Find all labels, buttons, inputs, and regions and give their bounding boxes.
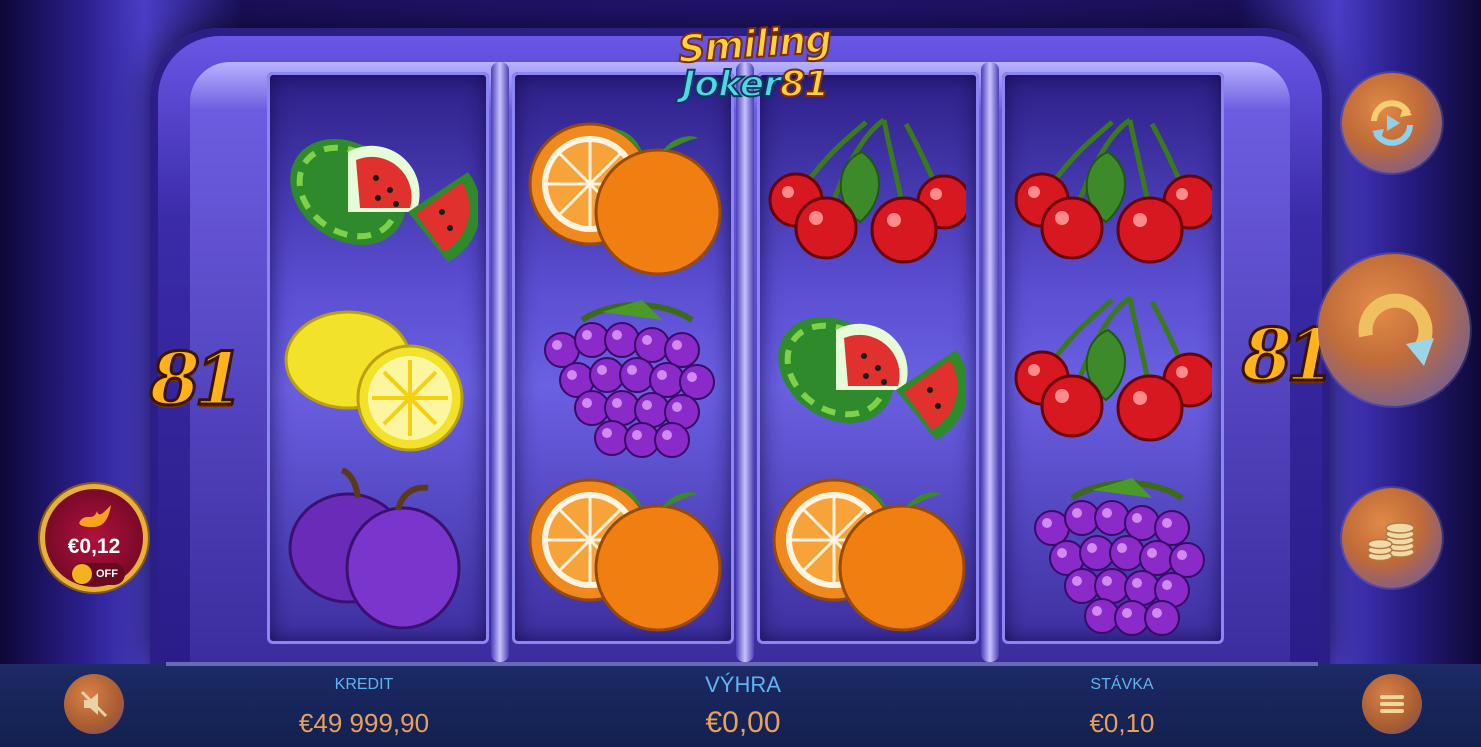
toggle-label: OFF — [96, 568, 118, 580]
win-value: €0,00 — [705, 706, 781, 739]
symbol-grapes — [522, 290, 722, 460]
game-logo: Smiling Joker81 — [668, 16, 834, 110]
menu-icon — [1380, 695, 1404, 713]
grapes-icon — [544, 300, 715, 458]
watermelon-icon — [290, 138, 481, 262]
symbol-watermelon — [278, 112, 481, 282]
autoplay-icon — [1371, 100, 1413, 146]
symbol-lemon — [278, 290, 478, 460]
orange-icon — [528, 478, 722, 632]
bet-coins-button[interactable] — [1342, 488, 1442, 588]
watermelon-icon — [778, 316, 969, 440]
bet-label: STÁVKA — [1090, 676, 1154, 693]
mute-icon — [80, 690, 108, 718]
symbol-orange — [522, 468, 722, 638]
cherries-icon — [1014, 117, 1218, 264]
credit-label: KREDIT — [334, 676, 394, 693]
grapes-icon — [1034, 478, 1205, 636]
win-label: VÝHRA — [705, 672, 781, 697]
toggle-knob — [72, 564, 92, 584]
menu-button[interactable] — [1362, 674, 1422, 734]
bonus-bet-button[interactable]: €0,12 OFF — [40, 484, 148, 592]
lines-badge-left: 81 — [148, 335, 245, 423]
cherries-icon — [768, 117, 972, 264]
spin-icon — [1358, 293, 1434, 366]
lines-badge-right: 81 — [1240, 311, 1337, 399]
lemon-icon — [284, 310, 464, 452]
logo-word-joker: Joker81 — [681, 63, 830, 106]
symbol-orange — [766, 468, 966, 638]
orange-icon — [772, 478, 966, 632]
bonus-toggle[interactable]: OFF — [71, 563, 125, 585]
bonus-bet-value: €0,12 — [67, 535, 121, 558]
symbol-plum — [278, 467, 478, 638]
spin-button[interactable] — [1318, 254, 1470, 406]
logo-joker-text: Joker — [681, 63, 782, 106]
coins-icon — [1367, 522, 1415, 562]
mute-button[interactable] — [64, 674, 124, 734]
autoplay-button[interactable] — [1342, 73, 1442, 173]
reel-separator — [736, 62, 754, 662]
symbol-orange — [522, 112, 722, 282]
symbol-watermelon — [766, 290, 969, 460]
flame-icon — [79, 505, 111, 527]
cherries-icon — [1014, 295, 1218, 442]
bar-divider — [166, 662, 1318, 666]
credit-value: €49 999,90 — [298, 708, 430, 738]
orange-icon — [528, 122, 722, 276]
reel-separator — [491, 62, 509, 662]
symbol-cherries — [766, 112, 972, 282]
reel-separator — [981, 62, 999, 662]
bet-value: €0,10 — [1089, 708, 1155, 738]
logo-number: 81 — [779, 63, 830, 106]
plum-icon — [288, 467, 461, 630]
game-stage: Smiling Joker81 81 81 €0,12 OFF KREDIT €… — [0, 0, 1481, 747]
symbol-cherries — [1012, 112, 1218, 282]
symbol-cherries — [1012, 290, 1218, 460]
symbol-grapes — [1012, 468, 1212, 638]
